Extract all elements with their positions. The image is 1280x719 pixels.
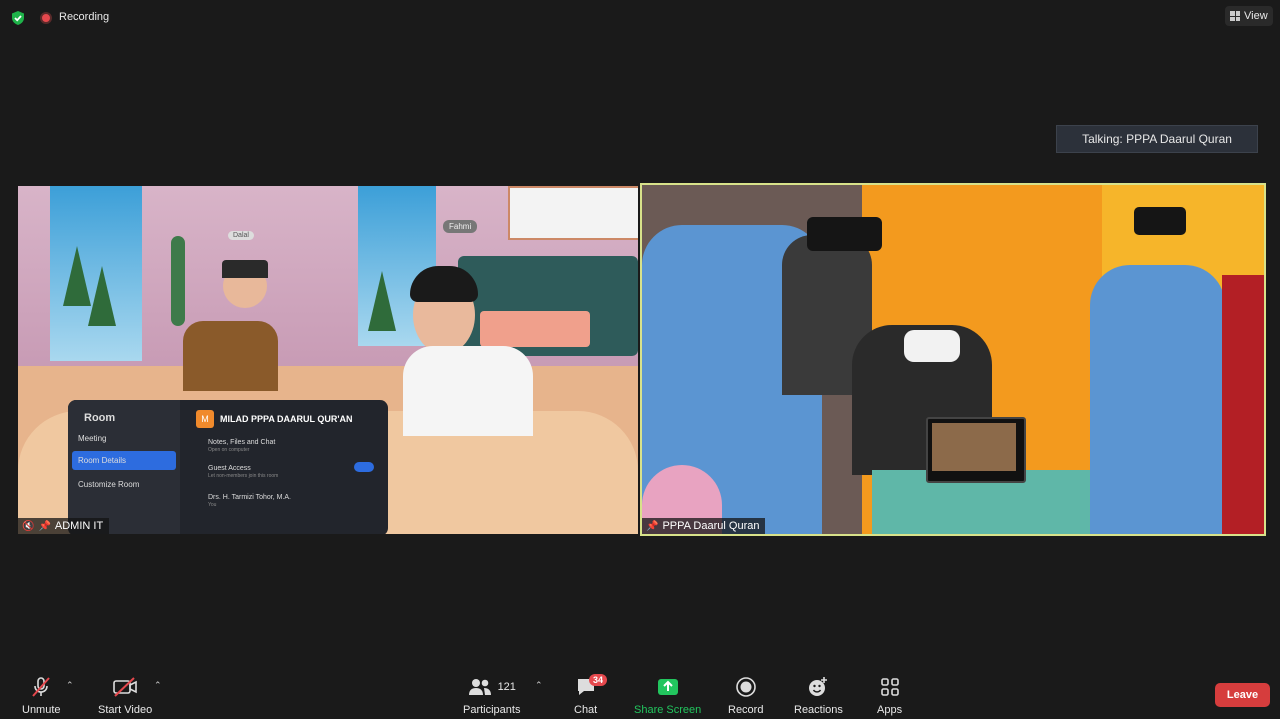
- participants-count: 121: [497, 681, 516, 693]
- participants-label: Participants: [463, 704, 521, 716]
- record-label: Record: [728, 704, 764, 716]
- room-menu-room-details[interactable]: Room Details: [72, 451, 176, 470]
- shield-icon[interactable]: [10, 10, 26, 26]
- pin-icon: 📌: [646, 520, 659, 532]
- room-panel[interactable]: Room Meeting Room Details Customize Room…: [68, 400, 388, 534]
- room-main: M MILAD PPPA DAARUL QUR'AN Notes, Files …: [190, 400, 388, 534]
- room-menu-customize-room[interactable]: Customize Room: [78, 480, 180, 489]
- row-sub: Let non-members join this room: [208, 472, 279, 479]
- apps-button[interactable]: Apps: [877, 676, 902, 716]
- banner-decoration: [508, 186, 638, 240]
- participants-button[interactable]: 121 Participants: [463, 676, 520, 716]
- record-icon: [735, 676, 757, 698]
- room-row-notes[interactable]: Notes, Files and Chat Open on computer: [208, 438, 388, 454]
- participants-chevron-icon[interactable]: ⌃: [535, 680, 543, 691]
- video-tile-admin-it[interactable]: Dalal Fahmi Room Meeting Room Details Cu…: [18, 186, 638, 534]
- record-button[interactable]: Record: [728, 676, 763, 716]
- apps-icon: [879, 676, 901, 698]
- person-red: [1222, 275, 1264, 534]
- tree-decoration: [63, 246, 91, 306]
- reactions-label: Reactions: [794, 704, 843, 716]
- room-logo-icon: M: [196, 410, 214, 428]
- room-title: MILAD PPPA DAARUL QUR'AN: [220, 414, 353, 424]
- reactions-button[interactable]: Reactions: [794, 676, 843, 716]
- unmute-label: Unmute: [22, 704, 61, 716]
- avatar-cap: [222, 260, 268, 278]
- participants-icon: 121: [468, 676, 516, 698]
- talking-indicator: Talking: PPPA Daarul Quran: [1056, 125, 1258, 153]
- view-label: View: [1244, 10, 1268, 22]
- video-off-icon: [112, 676, 138, 698]
- muted-mic-icon: 🔇: [22, 520, 35, 532]
- shelf-decoration: [480, 311, 590, 347]
- share-screen-icon: [657, 676, 679, 698]
- video-options-chevron-icon[interactable]: ⌃: [154, 680, 162, 691]
- chat-label: Chat: [574, 704, 598, 716]
- peci-cap: [807, 217, 882, 251]
- guest-access-toggle[interactable]: [354, 462, 374, 472]
- view-button[interactable]: View: [1225, 6, 1273, 26]
- participant-name-tag: 📌 PPPA Daarul Quran: [642, 518, 766, 534]
- vr-headset: [904, 330, 960, 362]
- peci-cap: [1134, 207, 1186, 235]
- room-sidebar: Room Meeting Room Details Customize Room: [68, 400, 180, 534]
- room-heading: Room: [84, 412, 116, 424]
- video-tile-pppa-daarul-quran[interactable]: 📌 PPPA Daarul Quran: [640, 183, 1266, 536]
- participant-name: PPPA Daarul Quran: [662, 520, 760, 532]
- avatar-body: [183, 321, 278, 391]
- tree-decoration: [88, 266, 116, 326]
- share-screen-button[interactable]: Share Screen: [634, 676, 701, 716]
- apps-label: Apps: [877, 704, 903, 716]
- participant-name: ADMIN IT: [54, 520, 104, 532]
- start-video-button[interactable]: Start Video: [98, 676, 152, 716]
- row-label: Notes, Files and Chat: [208, 439, 276, 446]
- person-blue-shirt-right: [1090, 265, 1225, 534]
- recording-icon[interactable]: [40, 12, 52, 24]
- pin-icon: 📌: [38, 520, 51, 532]
- tree-decoration: [368, 271, 396, 331]
- row-label: Guest Access: [208, 464, 251, 472]
- avatar-tag: Fahmi: [443, 220, 478, 233]
- room-menu-meeting[interactable]: Meeting: [78, 434, 180, 443]
- unmute-button[interactable]: Unmute: [22, 676, 61, 716]
- avatar-tag: Dalal: [228, 231, 254, 240]
- recording-label[interactable]: Recording: [59, 11, 109, 23]
- grid-view-icon: [1230, 11, 1240, 21]
- row-sub: Open on computer: [208, 447, 250, 454]
- participant-name-tag: 🔇 📌 ADMIN IT: [18, 518, 110, 534]
- audio-options-chevron-icon[interactable]: ⌃: [66, 680, 74, 691]
- leave-button[interactable]: Leave: [1215, 683, 1270, 707]
- cactus-decoration: [171, 236, 185, 326]
- muted-mic-icon: [30, 676, 52, 698]
- row-label: Drs. H. Tarmizi Tohor, M.A.: [208, 494, 291, 502]
- laptop-screen: [932, 423, 1016, 471]
- avatar-body: [403, 346, 533, 436]
- room-row-member[interactable]: Drs. H. Tarmizi Tohor, M.A. You: [208, 493, 388, 509]
- start-video-label: Start Video: [98, 704, 153, 716]
- share-screen-label: Share Screen: [634, 704, 702, 716]
- chat-unread-badge: 34: [589, 674, 608, 686]
- row-sub: You: [208, 502, 217, 509]
- reactions-icon: [807, 676, 829, 698]
